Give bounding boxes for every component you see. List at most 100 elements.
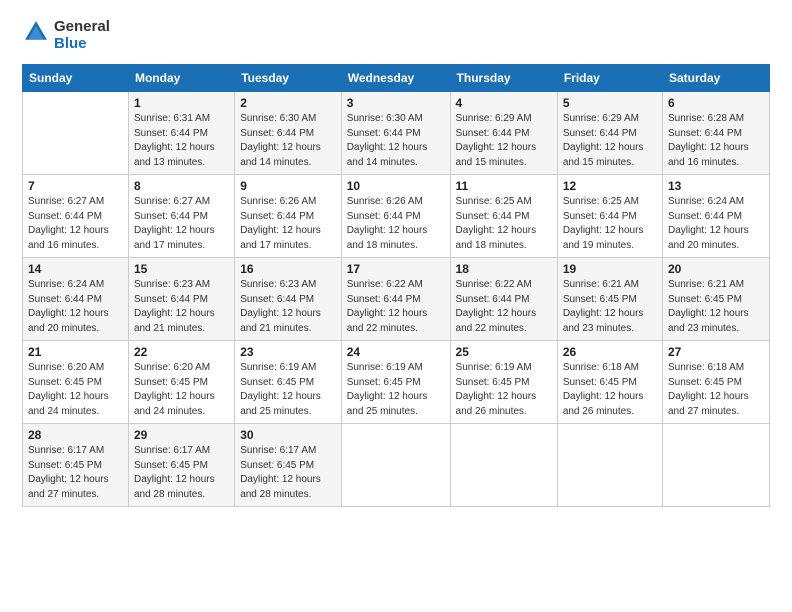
day-cell: 1 Sunrise: 6:31 AMSunset: 6:44 PMDaylight… — [128, 92, 234, 175]
day-number: 19 — [563, 262, 657, 276]
header: General Blue — [22, 18, 770, 52]
day-number: 26 — [563, 345, 657, 359]
day-info: Sunrise: 6:17 AMSunset: 6:45 PMDaylight:… — [134, 444, 229, 502]
logo-text: General Blue — [54, 18, 110, 52]
weekday-tuesday: Tuesday — [235, 65, 342, 92]
week-row-4: 21 Sunrise: 6:20 AMSunset: 6:45 PMDayligh… — [23, 341, 770, 424]
day-cell: 24Sunrise: 6:19 AMSunset: 6:45 PMDayligh… — [341, 341, 450, 424]
day-number: 11 — [456, 179, 552, 193]
day-info: Sunrise: 6:29 AMSunset: 6:44 PMDaylight:… — [563, 112, 657, 170]
day-number: 9 — [240, 179, 336, 193]
calendar-table: SundayMondayTuesdayWednesdayThursdayFrid… — [22, 64, 770, 507]
day-number: 13 — [668, 179, 764, 193]
day-info: Sunrise: 6:27 AMSunset: 6:44 PMDaylight:… — [134, 195, 229, 253]
day-info: Sunrise: 6:27 AMSunset: 6:44 PMDaylight:… — [28, 195, 123, 253]
weekday-sunday: Sunday — [23, 65, 129, 92]
day-cell: 21 Sunrise: 6:20 AMSunset: 6:45 PMDayligh… — [23, 341, 129, 424]
day-info: Sunrise: 6:29 AMSunset: 6:44 PMDaylight:… — [456, 112, 552, 170]
week-row-1: 1 Sunrise: 6:31 AMSunset: 6:44 PMDaylight… — [23, 92, 770, 175]
day-number: 8 — [134, 179, 229, 193]
day-cell: 13 Sunrise: 6:24 AMSunset: 6:44 PMDayligh… — [662, 175, 769, 258]
day-info: Sunrise: 6:22 AMSunset: 6:44 PMDaylight:… — [456, 278, 552, 336]
day-number: 25 — [456, 345, 552, 359]
day-number: 1 — [134, 96, 229, 110]
day-number: 18 — [456, 262, 552, 276]
day-info: Sunrise: 6:19 AMSunset: 6:45 PMDaylight:… — [456, 361, 552, 419]
day-cell: 30 Sunrise: 6:17 AMSunset: 6:45 PMDayligh… — [235, 424, 342, 507]
day-number: 23 — [240, 345, 336, 359]
day-info: Sunrise: 6:31 AMSunset: 6:44 PMDaylight:… — [134, 112, 229, 170]
day-number: 27 — [668, 345, 764, 359]
day-number: 24 — [347, 345, 445, 359]
day-number: 14 — [28, 262, 123, 276]
day-cell — [450, 424, 557, 507]
day-info: Sunrise: 6:18 AMSunset: 6:45 PMDaylight:… — [563, 361, 657, 419]
day-number: 6 — [668, 96, 764, 110]
day-cell: 23Sunrise: 6:19 AMSunset: 6:45 PMDayligh… — [235, 341, 342, 424]
day-info: Sunrise: 6:17 AMSunset: 6:45 PMDaylight:… — [28, 444, 123, 502]
day-cell: 25 Sunrise: 6:19 AMSunset: 6:45 PMDayligh… — [450, 341, 557, 424]
day-cell: 16 Sunrise: 6:23 AMSunset: 6:44 PMDayligh… — [235, 258, 342, 341]
day-cell: 14 Sunrise: 6:24 AMSunset: 6:44 PMDayligh… — [23, 258, 129, 341]
day-info: Sunrise: 6:24 AMSunset: 6:44 PMDaylight:… — [28, 278, 123, 336]
day-info: Sunrise: 6:20 AMSunset: 6:45 PMDaylight:… — [28, 361, 123, 419]
day-info: Sunrise: 6:18 AMSunset: 6:45 PMDaylight:… — [668, 361, 764, 419]
day-cell: 8 Sunrise: 6:27 AMSunset: 6:44 PMDaylight… — [128, 175, 234, 258]
day-info: Sunrise: 6:25 AMSunset: 6:44 PMDaylight:… — [456, 195, 552, 253]
day-cell: 12Sunrise: 6:25 AMSunset: 6:44 PMDayligh… — [557, 175, 662, 258]
day-cell: 2 Sunrise: 6:30 AMSunset: 6:44 PMDaylight… — [235, 92, 342, 175]
day-cell: 3Sunrise: 6:30 AMSunset: 6:44 PMDaylight… — [341, 92, 450, 175]
day-number: 30 — [240, 428, 336, 442]
day-number: 7 — [28, 179, 123, 193]
day-cell: 11 Sunrise: 6:25 AMSunset: 6:44 PMDayligh… — [450, 175, 557, 258]
day-info: Sunrise: 6:26 AMSunset: 6:44 PMDaylight:… — [347, 195, 445, 253]
day-number: 20 — [668, 262, 764, 276]
weekday-saturday: Saturday — [662, 65, 769, 92]
day-cell — [341, 424, 450, 507]
day-info: Sunrise: 6:26 AMSunset: 6:44 PMDaylight:… — [240, 195, 336, 253]
day-number: 10 — [347, 179, 445, 193]
day-info: Sunrise: 6:30 AMSunset: 6:44 PMDaylight:… — [347, 112, 445, 170]
day-info: Sunrise: 6:25 AMSunset: 6:44 PMDaylight:… — [563, 195, 657, 253]
day-cell — [557, 424, 662, 507]
weekday-wednesday: Wednesday — [341, 65, 450, 92]
logo-icon — [22, 18, 50, 46]
day-number: 15 — [134, 262, 229, 276]
day-cell: 19 Sunrise: 6:21 AMSunset: 6:45 PMDayligh… — [557, 258, 662, 341]
day-info: Sunrise: 6:21 AMSunset: 6:45 PMDaylight:… — [563, 278, 657, 336]
day-cell: 9 Sunrise: 6:26 AMSunset: 6:44 PMDaylight… — [235, 175, 342, 258]
day-cell: 22Sunrise: 6:20 AMSunset: 6:45 PMDayligh… — [128, 341, 234, 424]
day-cell: 29 Sunrise: 6:17 AMSunset: 6:45 PMDayligh… — [128, 424, 234, 507]
day-cell: 18 Sunrise: 6:22 AMSunset: 6:44 PMDayligh… — [450, 258, 557, 341]
day-info: Sunrise: 6:24 AMSunset: 6:44 PMDaylight:… — [668, 195, 764, 253]
weekday-header-row: SundayMondayTuesdayWednesdayThursdayFrid… — [23, 65, 770, 92]
day-cell: 26 Sunrise: 6:18 AMSunset: 6:45 PMDayligh… — [557, 341, 662, 424]
day-cell: 15Sunrise: 6:23 AMSunset: 6:44 PMDayligh… — [128, 258, 234, 341]
day-info: Sunrise: 6:28 AMSunset: 6:44 PMDaylight:… — [668, 112, 764, 170]
day-number: 16 — [240, 262, 336, 276]
logo: General Blue — [22, 18, 110, 52]
day-info: Sunrise: 6:17 AMSunset: 6:45 PMDaylight:… — [240, 444, 336, 502]
day-number: 28 — [28, 428, 123, 442]
day-info: Sunrise: 6:23 AMSunset: 6:44 PMDaylight:… — [240, 278, 336, 336]
day-number: 2 — [240, 96, 336, 110]
weekday-thursday: Thursday — [450, 65, 557, 92]
day-cell: 20 Sunrise: 6:21 AMSunset: 6:45 PMDayligh… — [662, 258, 769, 341]
day-cell: 17Sunrise: 6:22 AMSunset: 6:44 PMDayligh… — [341, 258, 450, 341]
day-number: 5 — [563, 96, 657, 110]
day-cell: 5 Sunrise: 6:29 AMSunset: 6:44 PMDaylight… — [557, 92, 662, 175]
day-cell: 28 Sunrise: 6:17 AMSunset: 6:45 PMDayligh… — [23, 424, 129, 507]
week-row-2: 7 Sunrise: 6:27 AMSunset: 6:44 PMDaylight… — [23, 175, 770, 258]
day-cell: 7 Sunrise: 6:27 AMSunset: 6:44 PMDaylight… — [23, 175, 129, 258]
day-cell: 10 Sunrise: 6:26 AMSunset: 6:44 PMDayligh… — [341, 175, 450, 258]
day-number: 4 — [456, 96, 552, 110]
day-info: Sunrise: 6:21 AMSunset: 6:45 PMDaylight:… — [668, 278, 764, 336]
day-number: 17 — [347, 262, 445, 276]
day-number: 21 — [28, 345, 123, 359]
week-row-5: 28 Sunrise: 6:17 AMSunset: 6:45 PMDayligh… — [23, 424, 770, 507]
weekday-friday: Friday — [557, 65, 662, 92]
day-cell: 27 Sunrise: 6:18 AMSunset: 6:45 PMDayligh… — [662, 341, 769, 424]
day-number: 29 — [134, 428, 229, 442]
day-cell: 6 Sunrise: 6:28 AMSunset: 6:44 PMDaylight… — [662, 92, 769, 175]
day-info: Sunrise: 6:30 AMSunset: 6:44 PMDaylight:… — [240, 112, 336, 170]
